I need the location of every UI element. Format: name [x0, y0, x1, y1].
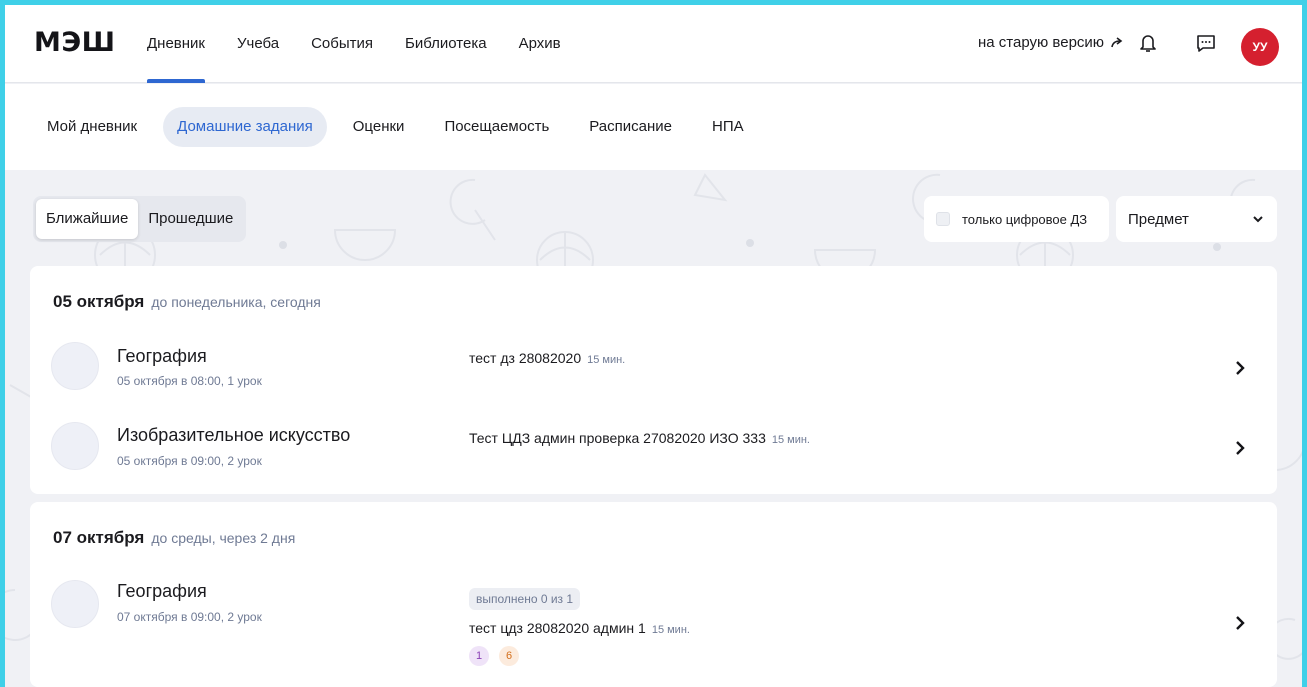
digital-only-filter[interactable]: только цифровое ДЗ [924, 196, 1109, 242]
subject-select-value: Предмет [1128, 210, 1189, 228]
day-date: 05 октября [53, 292, 145, 311]
tab-schedule[interactable]: Расписание [575, 107, 686, 147]
day-note: до понедельника, сегодня [151, 294, 321, 310]
day-card: 07 октября до среды, через 2 дня Географ… [30, 502, 1277, 687]
app-logo[interactable]: МЭШ [34, 27, 116, 58]
tab-grades[interactable]: Оценки [339, 107, 419, 147]
arrow-forward-icon [1111, 36, 1123, 47]
chat-icon[interactable] [1195, 32, 1217, 54]
nav-item-diary[interactable]: Дневник [147, 5, 205, 83]
bell-icon[interactable] [1137, 32, 1159, 54]
grade-badge: 1 [469, 646, 490, 666]
old-version-label: на старую версию [978, 34, 1105, 51]
homework-subject: Изобразительное искусство [117, 425, 351, 445]
homework-task-title: тест цдз 28082020 админ 1 [469, 620, 646, 636]
app-frame: МЭШ Дневник Учеба События Библиотека Арх… [5, 5, 1302, 687]
chevron-right-icon[interactable] [1232, 440, 1248, 456]
homework-time: 05 октября в 08:00, 1 урок [117, 374, 262, 388]
tab-npa[interactable]: НПА [698, 107, 758, 147]
homework-duration: 15 мин. [771, 434, 810, 446]
homework-task-title: Тест ЦДЗ админ проверка 27082020 ИЗО 333 [469, 430, 766, 446]
homework-row[interactable]: География 07 октября в 09:00, 2 урок вып… [30, 570, 1277, 680]
homework-time: 05 октября в 09:00, 2 урок [117, 454, 262, 468]
tab-attendance[interactable]: Посещаемость [430, 107, 563, 147]
day-header: 07 октября до среды, через 2 дня [53, 528, 295, 548]
homework-subject: География [117, 581, 207, 601]
user-avatar[interactable]: УУ [1241, 28, 1279, 66]
sub-header: Мой дневник Домашние задания Оценки Посе… [5, 84, 1302, 170]
tab-homework[interactable]: Домашние задания [163, 107, 327, 147]
segment-upcoming[interactable]: Ближайшие [36, 199, 139, 239]
day-note: до среды, через 2 дня [151, 530, 296, 546]
segment-past[interactable]: Прошедшие [138, 199, 243, 239]
old-version-link[interactable]: на старую версию [978, 34, 1124, 51]
tab-my-diary[interactable]: Мой дневник [33, 107, 151, 147]
chevron-right-icon[interactable] [1232, 360, 1248, 376]
subject-icon [51, 342, 99, 390]
homework-duration: 15 мин. [651, 624, 690, 636]
grade-badge: 6 [499, 646, 520, 666]
day-header: 05 октября до понедельника, сегодня [53, 292, 321, 312]
homework-row[interactable]: Изобразительное искусство 05 октября в 0… [30, 412, 1277, 482]
homework-task: Тест ЦДЗ админ проверка 27082020 ИЗО 333… [469, 430, 810, 446]
chevron-down-icon [1253, 216, 1263, 223]
period-switch: Ближайшие Прошедшие [33, 196, 247, 242]
homework-task: тест дз 28082020 15 мин. [469, 350, 625, 366]
day-date: 07 октября [53, 528, 145, 547]
digital-only-checkbox[interactable] [936, 212, 950, 226]
nav-item-archive[interactable]: Архив [519, 5, 561, 83]
chevron-right-icon[interactable] [1232, 615, 1248, 631]
homework-duration: 15 мин. [587, 354, 626, 366]
homework-time: 07 октября в 09:00, 2 урок [117, 610, 262, 624]
homework-subject: География [117, 346, 207, 366]
subject-select[interactable]: Предмет [1116, 196, 1277, 242]
day-card: 05 октября до понедельника, сегодня Геог… [30, 266, 1277, 494]
nav-item-library[interactable]: Библиотека [405, 5, 487, 83]
nav-item-study[interactable]: Учеба [237, 5, 279, 83]
progress-badge: выполнено 0 из 1 [469, 588, 581, 610]
homework-row[interactable]: География 05 октября в 08:00, 1 урок тес… [30, 332, 1277, 398]
homework-task: тест цдз 28082020 админ 1 15 мин. [469, 620, 690, 636]
nav-item-events[interactable]: События [311, 5, 373, 83]
digital-only-label: только цифровое ДЗ [962, 211, 1088, 227]
main-nav: Дневник Учеба События Библиотека Архив [147, 5, 593, 83]
subject-icon [51, 422, 99, 470]
diary-tabs: Мой дневник Домашние задания Оценки Посе… [33, 107, 770, 147]
subject-icon [51, 580, 99, 628]
top-header: МЭШ Дневник Учеба События Библиотека Арх… [5, 5, 1302, 83]
homework-task-title: тест дз 28082020 [469, 350, 582, 366]
